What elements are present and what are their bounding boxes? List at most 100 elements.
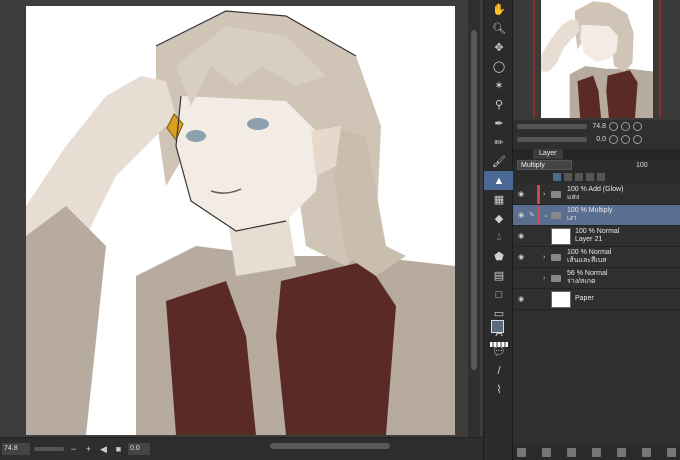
zoom-in-icon[interactable]: [621, 122, 630, 131]
zoom-in-button[interactable]: +: [83, 444, 94, 455]
chevron-right-icon[interactable]: ›: [543, 275, 551, 282]
canvas-horizontal-scrollbar[interactable]: [270, 443, 390, 449]
lasso-icon[interactable]: ◯: [484, 57, 514, 76]
line-icon[interactable]: /: [484, 361, 514, 380]
new-raster-layer-icon[interactable]: [542, 447, 551, 457]
layer-options-bar: [513, 171, 680, 183]
reference-icon[interactable]: [575, 173, 583, 181]
chevron-right-icon[interactable]: ›: [543, 191, 551, 198]
layer-row[interactable]: ◉ › 100 % Add (Glow) แสง: [513, 184, 680, 205]
navigator-panel: [513, 0, 680, 120]
pen-edit-icon[interactable]: ✎: [527, 211, 537, 219]
canvas-vertical-scrollbar[interactable]: [468, 0, 480, 437]
layer-name: ร่าง/สเกต: [567, 278, 596, 285]
status-bar: 74.8 − + ◀ ■ 0.0: [0, 437, 483, 460]
move-icon[interactable]: ✥: [484, 38, 514, 57]
transparent-color-swatch[interactable]: [490, 342, 508, 347]
figure-icon[interactable]: □: [484, 285, 514, 304]
navigator-rotation-slider[interactable]: [517, 137, 587, 142]
tool-palette: ✋ 🔍︎ ✥ ◯ ✶ ⚲ ✒ ✏ 🖌︎ ▲ ▦ ◆ 💧︎ ⬟ ▤ □ ▭ A 💬…: [483, 0, 514, 460]
chevron-down-icon[interactable]: ⌄: [543, 211, 551, 219]
rotate-right-icon[interactable]: [621, 135, 630, 144]
mask-layer-icon[interactable]: [617, 447, 626, 457]
magic-wand-icon[interactable]: ✶: [484, 76, 514, 95]
eye-icon[interactable]: ◉: [515, 190, 527, 198]
lock-transparent-icon[interactable]: [553, 173, 561, 181]
fill-icon[interactable]: ⬟: [484, 247, 514, 266]
scrollbar-thumb[interactable]: [471, 30, 477, 370]
eye-icon[interactable]: ◉: [515, 253, 527, 261]
layer-color-tag: [537, 248, 540, 267]
pencil-icon[interactable]: ✏: [484, 133, 514, 152]
folder-icon: [551, 274, 561, 282]
layer-blend-info: 100 % Normal: [575, 228, 620, 235]
layer-row[interactable]: ◉ › 100 % Normal เส้นและสีเบส: [513, 247, 680, 268]
layer-color-tag: [537, 290, 540, 309]
layer-blend-info: 100 % Add (Glow): [567, 186, 624, 193]
blend-mode-select[interactable]: Multiply: [517, 160, 572, 170]
zoom-out-button[interactable]: −: [68, 444, 79, 455]
zoom-slider[interactable]: [34, 447, 64, 451]
right-panel: 74.8 0.0 Layer Multiply 100 ◉ › 100 % Ad…: [513, 0, 680, 460]
correct-line-icon[interactable]: ⌇: [484, 380, 514, 399]
paper-thumbnail: [551, 290, 571, 308]
layer-blend-info: 56 % Normal: [567, 270, 608, 277]
layer-name: Layer 21: [575, 236, 603, 243]
rotate-left-button[interactable]: ◀: [98, 444, 109, 455]
navigator-zoom-value[interactable]: 74.8: [590, 123, 606, 130]
eye-icon[interactable]: ◉: [515, 211, 527, 219]
layer-blend-info: 100 % Normal: [567, 249, 612, 256]
layer-property-bar: Multiply 100: [513, 159, 680, 171]
eraser-icon[interactable]: ◆: [484, 209, 514, 228]
drawing-canvas[interactable]: [26, 6, 455, 435]
blend-icon[interactable]: 💧︎: [484, 228, 514, 247]
zoom-input[interactable]: 74.8: [2, 443, 30, 455]
rotation-input[interactable]: 0.0: [128, 443, 150, 455]
layer-row[interactable]: ◉ ✎ ⌄ 100 % Multiply เงา: [513, 205, 680, 226]
layer-property-icon[interactable]: [517, 447, 526, 457]
eye-icon[interactable]: ◉: [515, 232, 527, 240]
fit-icon[interactable]: [633, 122, 642, 131]
layer-color-tag: [537, 227, 540, 246]
tab-layer[interactable]: Layer: [533, 149, 563, 159]
layer-row[interactable]: ◉ 100 % Normal Layer 21: [513, 226, 680, 247]
eyedropper-icon[interactable]: ⚲: [484, 95, 514, 114]
navigator-zoom-slider[interactable]: [517, 124, 587, 129]
zoom-out-icon[interactable]: [609, 122, 618, 131]
reset-view-icon[interactable]: ■: [113, 444, 124, 455]
eye-hidden-icon[interactable]: ◉: [515, 274, 527, 282]
merge-down-icon[interactable]: [642, 447, 651, 457]
layer-row[interactable]: ◉ Paper: [513, 289, 680, 310]
navigator-controls: 74.8 0.0: [513, 120, 680, 148]
folder-icon: [551, 253, 561, 261]
layer-name: เงา: [567, 215, 577, 222]
zoom-icon[interactable]: 🔍︎: [484, 19, 514, 38]
airbrush-icon[interactable]: ▲: [484, 171, 514, 190]
new-vector-layer-icon[interactable]: [567, 447, 576, 457]
mask-icon[interactable]: [597, 173, 605, 181]
navigator-frame-left: [533, 0, 535, 118]
opacity-value[interactable]: 100: [636, 162, 648, 169]
hand-icon[interactable]: ✋: [484, 0, 514, 19]
layer-color-tag: [537, 184, 540, 204]
layer-color-tag: [537, 269, 540, 288]
layer-thumbnail: [551, 227, 571, 245]
lock-icon[interactable]: [586, 173, 594, 181]
rotate-left-icon[interactable]: [609, 135, 618, 144]
layer-bottom-bar: [513, 444, 680, 460]
pen-icon[interactable]: ✒: [484, 114, 514, 133]
clip-icon[interactable]: [564, 173, 572, 181]
decoration-icon[interactable]: ▦: [484, 190, 514, 209]
chevron-right-icon[interactable]: ›: [543, 254, 551, 261]
gradient-icon[interactable]: ▤: [484, 266, 514, 285]
canvas-area[interactable]: [0, 0, 483, 437]
navigator-preview[interactable]: [541, 0, 653, 118]
foreground-color-swatch[interactable]: [491, 320, 504, 333]
navigator-rotation-value[interactable]: 0.0: [590, 136, 606, 143]
eye-icon[interactable]: ◉: [515, 295, 527, 303]
layer-row[interactable]: ◉ › 56 % Normalร่าง/สเกต: [513, 268, 680, 289]
new-folder-icon[interactable]: [592, 447, 601, 457]
flip-icon[interactable]: [633, 135, 642, 144]
trash-icon[interactable]: [667, 447, 676, 457]
brush-icon[interactable]: 🖌︎: [484, 152, 514, 171]
